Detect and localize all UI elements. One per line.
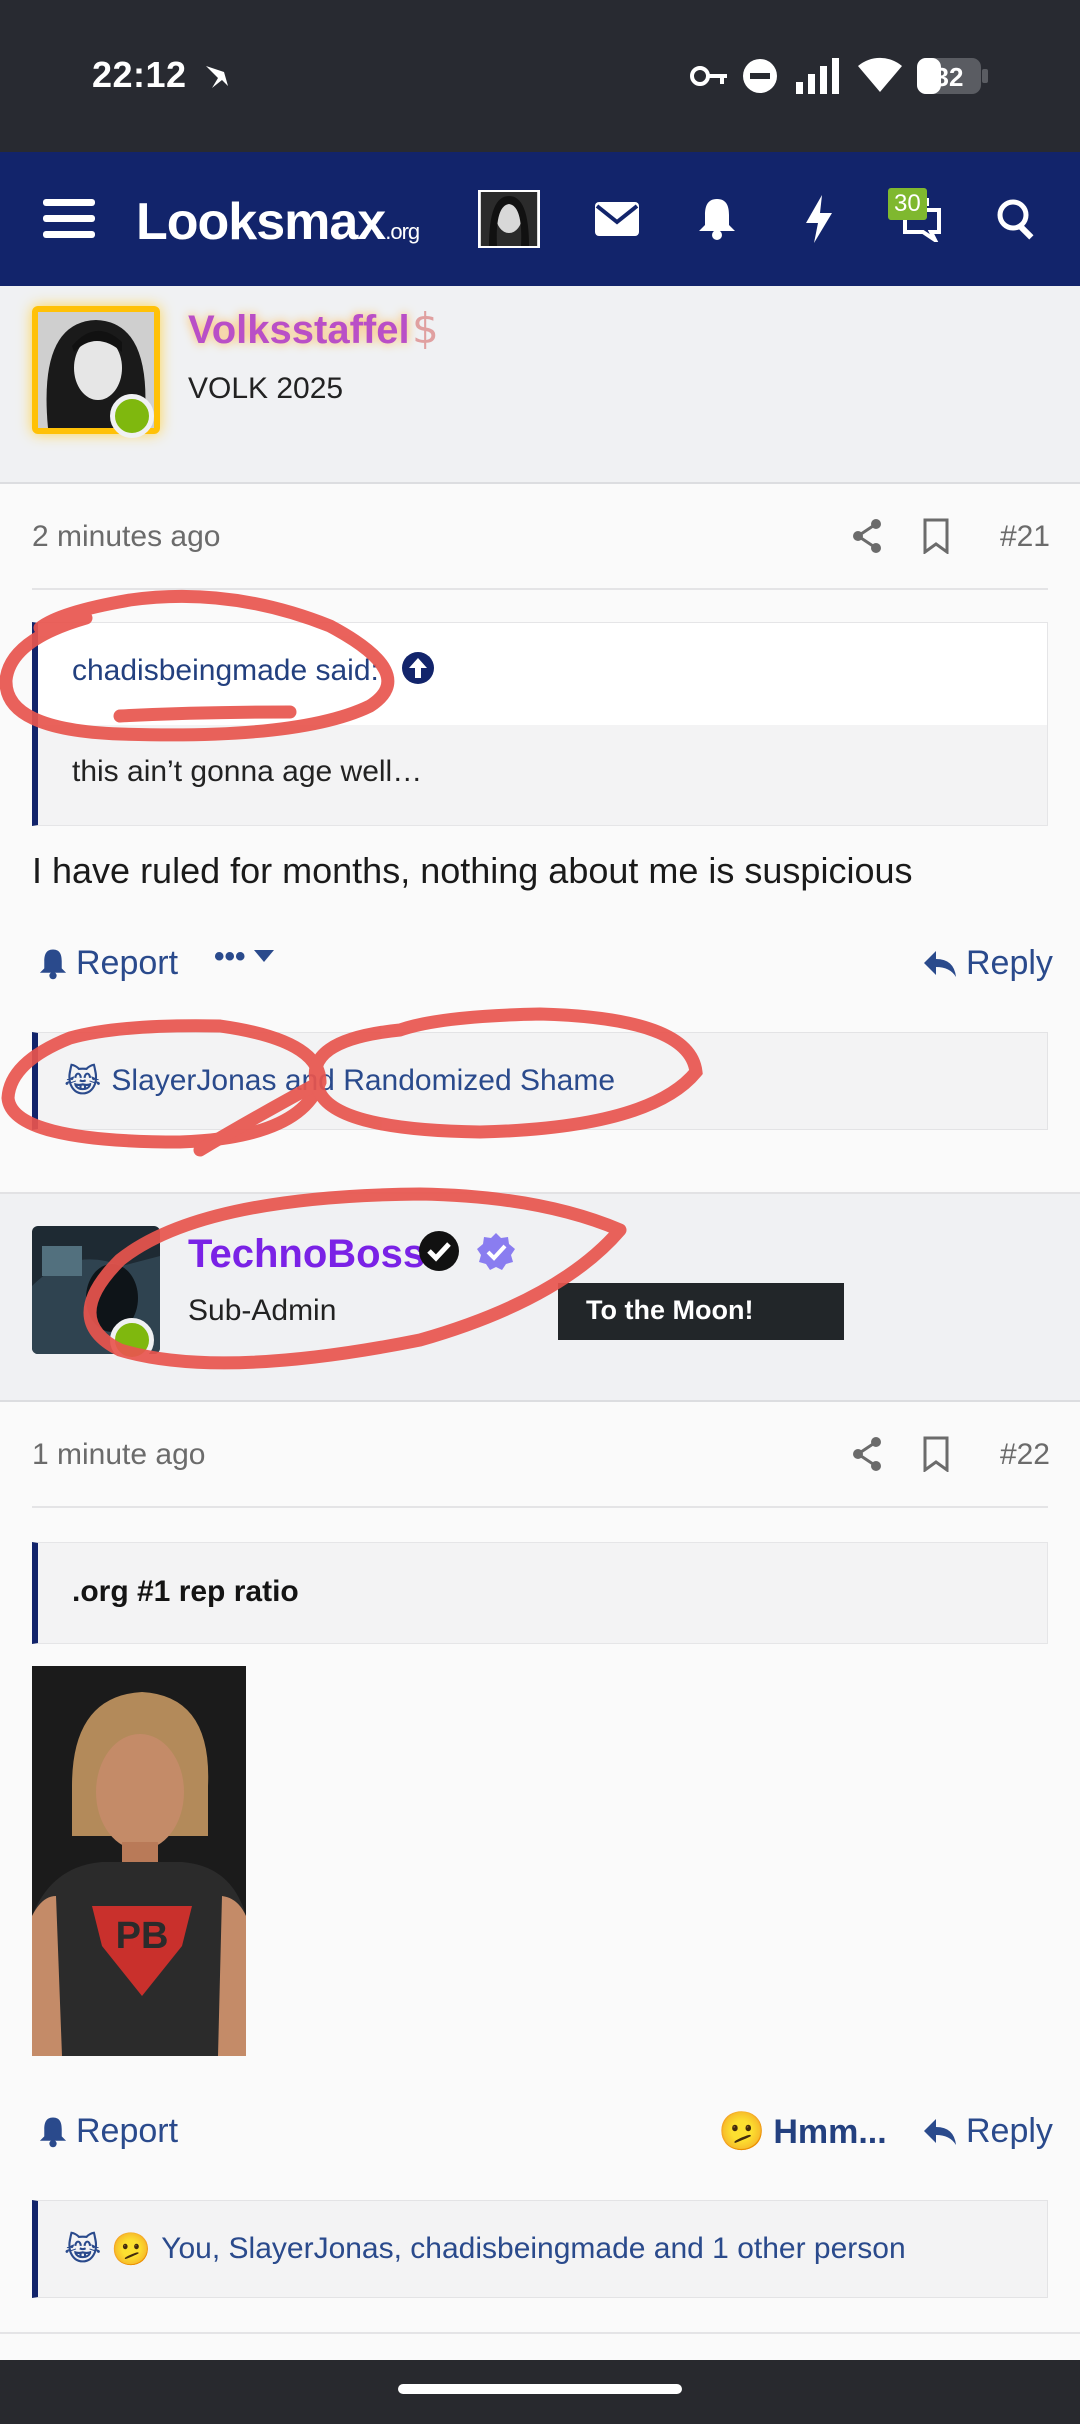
status-bar: 22:12 32 <box>0 0 1080 152</box>
reply-icon <box>924 2118 956 2145</box>
reply-button[interactable]: Reply <box>922 944 1053 983</box>
post-message: I have ruled for months, nothing about m… <box>32 850 913 891</box>
laughing-emoji-icon: 😹 <box>64 2231 102 2267</box>
notification-icon <box>200 58 234 97</box>
post-number[interactable]: #22 <box>1000 1438 1050 1472</box>
thinking-emoji-icon: 🫤 <box>718 2111 766 2153</box>
report-button[interactable]: Report <box>38 2112 178 2151</box>
dnd-icon <box>742 58 778 99</box>
logo-suffix: .org <box>385 219 420 244</box>
reaction-button[interactable]: 🫤 Hmm... <box>718 2110 887 2154</box>
divider <box>32 588 1048 590</box>
dollar-badge-icon: $ <box>412 304 439 353</box>
bookmark-icon[interactable] <box>922 518 950 559</box>
site-logo[interactable]: Looksmax.org <box>136 192 420 252</box>
quote-block: .org #1 rep ratio <box>32 1542 1048 1644</box>
logo-text: Looksmax <box>136 193 386 251</box>
report-label: Report <box>76 944 179 982</box>
reply-button[interactable]: Reply <box>922 2112 1053 2151</box>
online-indicator <box>110 1318 154 1362</box>
menu-icon[interactable] <box>34 186 104 252</box>
username[interactable]: Volksstaffel <box>188 308 410 353</box>
bell-icon <box>39 2116 67 2147</box>
conversations-badge: 30 <box>888 188 927 220</box>
reactions-bar[interactable]: 😹 🫤 You, SlayerJonas, chadisbeingmade an… <box>32 2200 1048 2298</box>
more-label: ••• <box>214 940 246 973</box>
share-icon[interactable] <box>850 1436 884 1477</box>
user-title: Sub-Admin <box>188 1294 337 1327</box>
gesture-bar <box>0 2360 1080 2424</box>
post-timestamp[interactable]: 2 minutes ago <box>32 520 220 554</box>
divider <box>32 1506 1048 1508</box>
reaction-label: Hmm... <box>773 2112 887 2151</box>
mail-icon[interactable] <box>582 186 652 252</box>
reply-label: Reply <box>966 944 1053 982</box>
battery-level: 32 <box>935 62 964 92</box>
quote-text: .org #1 rep ratio <box>72 1575 299 1608</box>
quote-block: chadisbeingmade said: this ain’t gonna a… <box>32 622 1048 826</box>
quote-text: this ain’t gonna age well… <box>38 725 1047 825</box>
online-indicator <box>110 394 154 438</box>
reactions-bar[interactable]: 😹 SlayerJonas and Randomized Shame <box>32 1032 1048 1130</box>
post-number[interactable]: #21 <box>1000 520 1050 554</box>
lightning-icon[interactable] <box>784 186 854 252</box>
quote-author[interactable]: chadisbeingmade said: <box>72 654 379 687</box>
report-button[interactable]: Report <box>38 944 178 983</box>
chevron-down-icon <box>253 950 274 962</box>
reactions-list[interactable]: You, SlayerJonas, chadisbeingmade and 1 … <box>161 2232 905 2266</box>
post22-user-block: TechnoBoss Sub-Admin <box>0 1192 1080 1402</box>
svg-text:PB: PB <box>116 1915 169 1957</box>
wifi-icon <box>856 54 904 99</box>
vpn-key-icon <box>690 62 730 95</box>
post-timestamp[interactable]: 1 minute ago <box>32 1438 205 1472</box>
report-label: Report <box>76 2112 179 2150</box>
home-handle[interactable] <box>398 2384 682 2394</box>
post21-body: 2 minutes ago #21 chadisbeingmade said: … <box>0 484 1080 1164</box>
signal-icon <box>794 56 842 99</box>
more-options-button[interactable]: ••• <box>214 940 274 974</box>
quote-header[interactable]: chadisbeingmade said: <box>38 623 1047 725</box>
thinking-emoji-icon: 🫤 <box>111 2231 152 2267</box>
share-icon[interactable] <box>850 518 884 559</box>
staff-badge-icon <box>476 1232 516 1277</box>
bookmark-icon[interactable] <box>922 1436 950 1477</box>
user-banner-tooltip: To the Moon! <box>558 1283 844 1340</box>
post22-body: 1 minute ago #22 .org #1 rep ratio PB Re… <box>0 1402 1080 2342</box>
battery-icon: 32 <box>916 56 990 101</box>
user-avatar-button[interactable] <box>478 190 540 248</box>
reactions-list[interactable]: SlayerJonas and Randomized Shame <box>111 1064 615 1098</box>
username[interactable]: TechnoBoss <box>188 1232 425 1277</box>
post21-user-block: Volksstaffel $ VOLK 2025 <box>0 286 1080 484</box>
status-time: 22:12 <box>92 54 187 95</box>
reply-icon <box>924 950 956 977</box>
reply-label: Reply <box>966 2112 1053 2150</box>
user-title: VOLK 2025 <box>188 372 344 405</box>
quote-jump-icon[interactable] <box>401 651 435 693</box>
bell-icon <box>39 948 67 979</box>
post-image[interactable]: PB <box>32 1666 246 2056</box>
search-icon[interactable] <box>982 186 1052 252</box>
verified-check-icon <box>418 1230 460 1277</box>
bell-icon[interactable] <box>682 186 752 252</box>
divider <box>0 2332 1080 2334</box>
laughing-emoji-icon: 😹 <box>64 1063 102 1099</box>
